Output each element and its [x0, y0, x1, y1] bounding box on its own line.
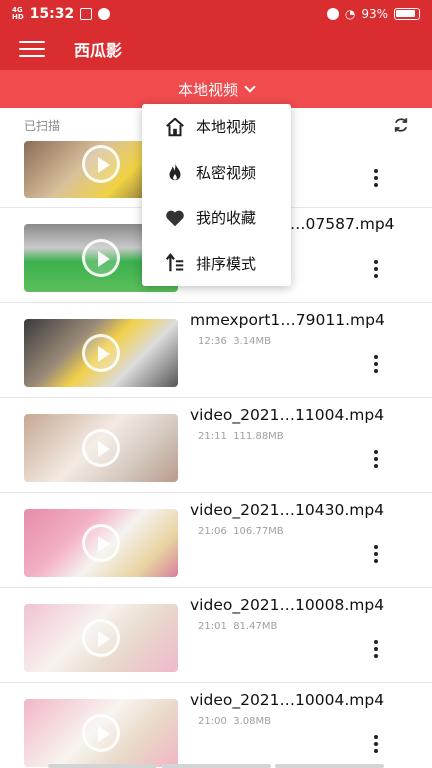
more-options-icon[interactable]: [370, 640, 382, 662]
chevron-down-icon: [244, 80, 256, 93]
video-thumbnail[interactable]: [24, 509, 178, 577]
more-options-icon[interactable]: [370, 545, 382, 567]
alarm-icon: [326, 8, 339, 20]
video-name: mmexport1…79011.mp4: [190, 311, 385, 329]
chat-icon: [98, 8, 111, 20]
network-indicator: 4G HD: [12, 6, 24, 21]
video-item[interactable]: mmexport1…79011.mp4 12:36 3.14MB: [0, 303, 432, 398]
play-icon[interactable]: [82, 239, 120, 277]
heart-icon: [164, 207, 186, 229]
menu-item-label: 排序模式: [196, 254, 257, 273]
category-dropdown: 本地视频 私密视频 我的收藏 排序模式: [142, 104, 291, 286]
video-name: video_2021…10004.mp4: [190, 691, 385, 709]
battery-icon: [394, 8, 420, 20]
video-name: video_2021…10430.mp4: [190, 501, 385, 519]
menu-item-favorites[interactable]: 我的收藏: [142, 195, 291, 241]
menu-item-private-videos[interactable]: 私密视频: [142, 150, 291, 196]
play-icon[interactable]: [82, 145, 120, 183]
video-meta: 21:00 3.08MB: [198, 716, 271, 727]
battery-percent: 93%: [361, 7, 388, 21]
more-options-icon[interactable]: [370, 735, 382, 757]
category-selector[interactable]: 本地视频: [0, 70, 432, 108]
video-item[interactable]: video_2021…11004.mp4 21:11 111.88MB: [0, 398, 432, 493]
video-meta: 21:06 106.77MB: [198, 526, 284, 537]
play-icon[interactable]: [82, 524, 120, 562]
status-bar: 4G HD 15:32 ◔ 93%: [0, 0, 432, 28]
status-time: 15:32: [29, 6, 75, 22]
video-thumbnail[interactable]: [24, 414, 178, 482]
mail-icon: [80, 8, 93, 20]
video-meta: 12:36 3.14MB: [198, 336, 271, 347]
video-item[interactable]: video_2021…10430.mp4 21:06 106.77MB: [0, 493, 432, 588]
scanned-label: 已扫描: [24, 118, 61, 133]
menu-item-sort-mode[interactable]: 排序模式: [142, 241, 291, 287]
video-size: 3.08MB: [233, 716, 271, 727]
play-icon[interactable]: [82, 714, 120, 752]
video-meta: 21:11 111.88MB: [198, 431, 284, 442]
bottom-scroll-indicator: [48, 764, 384, 768]
hamburger-menu-icon[interactable]: [19, 41, 45, 57]
wifi-icon: ◔: [344, 7, 356, 21]
menu-item-local-videos[interactable]: 本地视频: [142, 104, 291, 150]
play-icon[interactable]: [82, 429, 120, 467]
menu-item-label: 私密视频: [196, 163, 257, 182]
video-name: video_2021…10008.mp4: [190, 596, 385, 614]
app-bar: 西瓜影: [0, 28, 432, 70]
video-size: 81.47MB: [233, 621, 278, 632]
video-time: 21:06: [198, 526, 227, 537]
video-time: 21:01: [198, 621, 227, 632]
more-options-icon[interactable]: [370, 355, 382, 377]
video-item[interactable]: video_2021…10008.mp4 21:01 81.47MB: [0, 588, 432, 683]
video-size: 106.77MB: [233, 526, 284, 537]
menu-item-label: 我的收藏: [196, 209, 257, 228]
sort-icon: [164, 252, 186, 274]
play-icon[interactable]: [82, 619, 120, 657]
video-thumbnail[interactable]: [24, 319, 178, 387]
refresh-icon[interactable]: [392, 116, 410, 134]
video-thumbnail[interactable]: [24, 699, 178, 767]
video-size: 3.14MB: [233, 336, 271, 347]
category-label: 本地视频: [177, 80, 238, 99]
menu-item-label: 本地视频: [196, 118, 257, 137]
video-time: 12:36: [198, 336, 227, 347]
app-title: 西瓜影: [74, 41, 123, 60]
more-options-icon[interactable]: [370, 450, 382, 472]
video-name: …07587.mp4: [290, 215, 395, 233]
video-name: video_2021…11004.mp4: [190, 406, 385, 424]
fire-icon: [164, 161, 186, 183]
video-meta: 21:01 81.47MB: [198, 621, 277, 632]
video-time: 21:11: [198, 431, 227, 442]
video-time: 21:00: [198, 716, 227, 727]
play-icon[interactable]: [82, 334, 120, 372]
home-icon: [164, 116, 186, 138]
video-size: 111.88MB: [233, 431, 284, 442]
more-options-icon[interactable]: [370, 169, 382, 191]
video-thumbnail[interactable]: [24, 604, 178, 672]
more-options-icon[interactable]: [370, 260, 382, 282]
video-item[interactable]: video_2021…10004.mp4 21:00 3.08MB: [0, 683, 432, 768]
